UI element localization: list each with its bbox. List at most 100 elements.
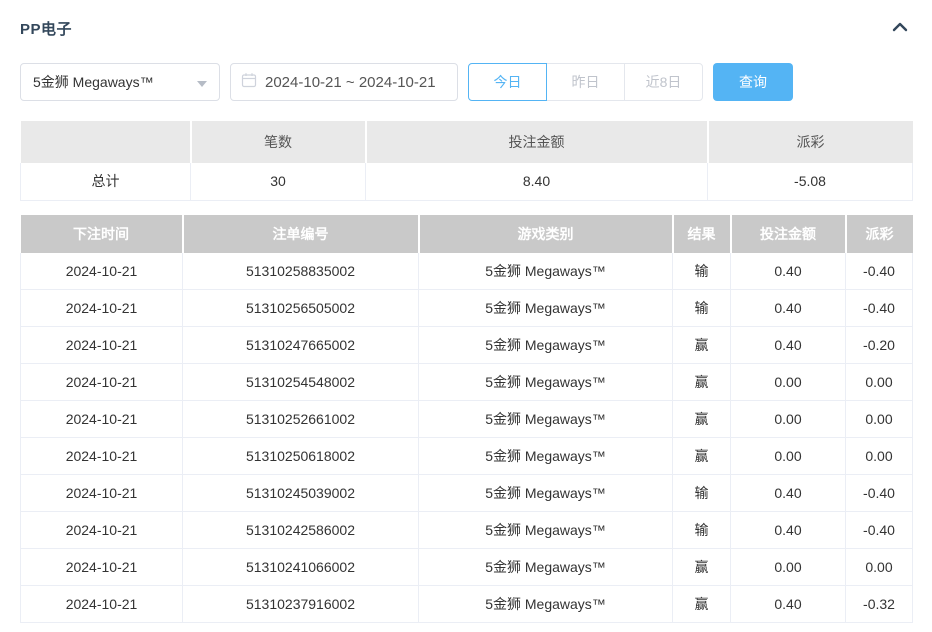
summary-table: 笔数 投注金额 派彩 总计 30 8.40 -5.08 [20,121,913,201]
cell-order-no: 51310256505002 [183,290,419,327]
cell-bet-time: 2024-10-21 [21,512,183,549]
cell-game-type: 5金狮 Megaways™ [419,327,673,364]
quick-range-group: 今日 昨日 近8日 [468,63,703,101]
quick-range-today-button[interactable]: 今日 [468,63,547,101]
cell-payout: -0.32 [846,586,913,623]
cell-bet-amount: 0.40 [731,512,846,549]
cell-payout: 0.00 [846,438,913,475]
summary-header-bet-amount: 投注金额 [366,121,708,163]
cell-payout: -0.20 [846,327,913,364]
cell-payout: 0.00 [846,364,913,401]
detail-header-bet-amount: 投注金额 [731,215,846,253]
table-row: 2024-10-21 51310242586002 5金狮 Megaways™ … [21,512,913,549]
cell-game-type: 5金狮 Megaways™ [419,401,673,438]
cell-payout: -0.40 [846,253,913,290]
date-range-input[interactable]: 2024-10-21 ~ 2024-10-21 [230,63,458,101]
cell-payout: -0.40 [846,290,913,327]
cell-game-type: 5金狮 Megaways™ [419,549,673,586]
cell-bet-time: 2024-10-21 [21,290,183,327]
cell-payout: -0.40 [846,512,913,549]
summary-header-row: 笔数 投注金额 派彩 [21,121,913,163]
cell-order-no: 51310242586002 [183,512,419,549]
detail-header-game-type: 游戏类别 [419,215,673,253]
detail-header-order-no: 注单编号 [183,215,419,253]
table-row: 2024-10-21 51310250618002 5金狮 Megaways™ … [21,438,913,475]
cell-result: 赢 [673,401,731,438]
report-panel: PP电子 5金狮 Megaways™ 2024-10-21 ~ 2024-10-… [0,0,932,623]
quick-range-last8days-button[interactable]: 近8日 [624,63,703,101]
cell-game-type: 5金狮 Megaways™ [419,253,673,290]
cell-bet-amount: 0.00 [731,401,846,438]
cell-game-type: 5金狮 Megaways™ [419,290,673,327]
cell-result: 输 [673,290,731,327]
cell-payout: 0.00 [846,401,913,438]
summary-header-blank [21,121,191,163]
table-row: 2024-10-21 51310247665002 5金狮 Megaways™ … [21,327,913,364]
chevron-up-icon [890,19,910,38]
cell-bet-time: 2024-10-21 [21,475,183,512]
bet-records-table: 下注时间 注单编号 游戏类别 结果 投注金额 派彩 2024-10-21 513… [20,215,913,624]
cell-bet-time: 2024-10-21 [21,401,183,438]
cell-order-no: 51310254548002 [183,364,419,401]
table-row: 2024-10-21 51310241066002 5金狮 Megaways™ … [21,549,913,586]
cell-bet-time: 2024-10-21 [21,586,183,623]
cell-order-no: 51310258835002 [183,253,419,290]
cell-bet-amount: 0.40 [731,475,846,512]
detail-header-payout: 派彩 [846,215,913,253]
cell-result: 赢 [673,364,731,401]
detail-header-result: 结果 [673,215,731,253]
panel-header: PP电子 [20,14,912,42]
table-row: 2024-10-21 51310254548002 5金狮 Megaways™ … [21,364,913,401]
cell-game-type: 5金狮 Megaways™ [419,512,673,549]
summary-total-bet-amount: 8.40 [366,163,708,200]
table-row: 2024-10-21 51310237916002 5金狮 Megaways™ … [21,586,913,623]
summary-header-payout: 派彩 [708,121,913,163]
date-range-value: 2024-10-21 ~ 2024-10-21 [265,74,436,91]
summary-total-row: 总计 30 8.40 -5.08 [21,163,913,200]
cell-game-type: 5金狮 Megaways™ [419,475,673,512]
cell-order-no: 51310245039002 [183,475,419,512]
cell-game-type: 5金狮 Megaways™ [419,364,673,401]
cell-bet-time: 2024-10-21 [21,327,183,364]
cell-order-no: 51310241066002 [183,549,419,586]
cell-payout: 0.00 [846,549,913,586]
summary-total-count: 30 [191,163,366,200]
game-select-value: 5金狮 Megaways™ [33,72,154,92]
detail-header-bet-time: 下注时间 [21,215,183,253]
cell-bet-time: 2024-10-21 [21,549,183,586]
cell-bet-amount: 0.40 [731,253,846,290]
summary-total-label: 总计 [21,163,191,200]
cell-order-no: 51310250618002 [183,438,419,475]
summary-total-payout: -5.08 [708,163,913,200]
detail-header-row: 下注时间 注单编号 游戏类别 结果 投注金额 派彩 [21,215,913,253]
cell-bet-amount: 0.00 [731,438,846,475]
table-row: 2024-10-21 51310258835002 5金狮 Megaways™ … [21,253,913,290]
cell-result: 赢 [673,586,731,623]
filter-bar: 5金狮 Megaways™ 2024-10-21 ~ 2024-10-21 今日… [20,63,912,101]
cell-bet-amount: 0.00 [731,549,846,586]
cell-game-type: 5金狮 Megaways™ [419,586,673,623]
cell-bet-amount: 0.40 [731,586,846,623]
quick-range-yesterday-button[interactable]: 昨日 [546,63,625,101]
cell-bet-time: 2024-10-21 [21,364,183,401]
collapse-button[interactable] [888,17,912,40]
page-title: PP电子 [20,18,72,39]
cell-result: 输 [673,253,731,290]
cell-bet-amount: 0.00 [731,364,846,401]
calendar-icon [241,72,257,93]
cell-result: 输 [673,512,731,549]
table-row: 2024-10-21 51310245039002 5金狮 Megaways™ … [21,475,913,512]
cell-bet-amount: 0.40 [731,290,846,327]
cell-bet-amount: 0.40 [731,327,846,364]
cell-result: 赢 [673,549,731,586]
cell-order-no: 51310252661002 [183,401,419,438]
query-button[interactable]: 查询 [713,63,793,101]
table-row: 2024-10-21 51310256505002 5金狮 Megaways™ … [21,290,913,327]
detail-table-body: 2024-10-21 51310258835002 5金狮 Megaways™ … [21,253,913,623]
cell-game-type: 5金狮 Megaways™ [419,438,673,475]
cell-bet-time: 2024-10-21 [21,438,183,475]
cell-result: 赢 [673,327,731,364]
cell-result: 赢 [673,438,731,475]
game-select[interactable]: 5金狮 Megaways™ [20,63,220,101]
cell-order-no: 51310237916002 [183,586,419,623]
